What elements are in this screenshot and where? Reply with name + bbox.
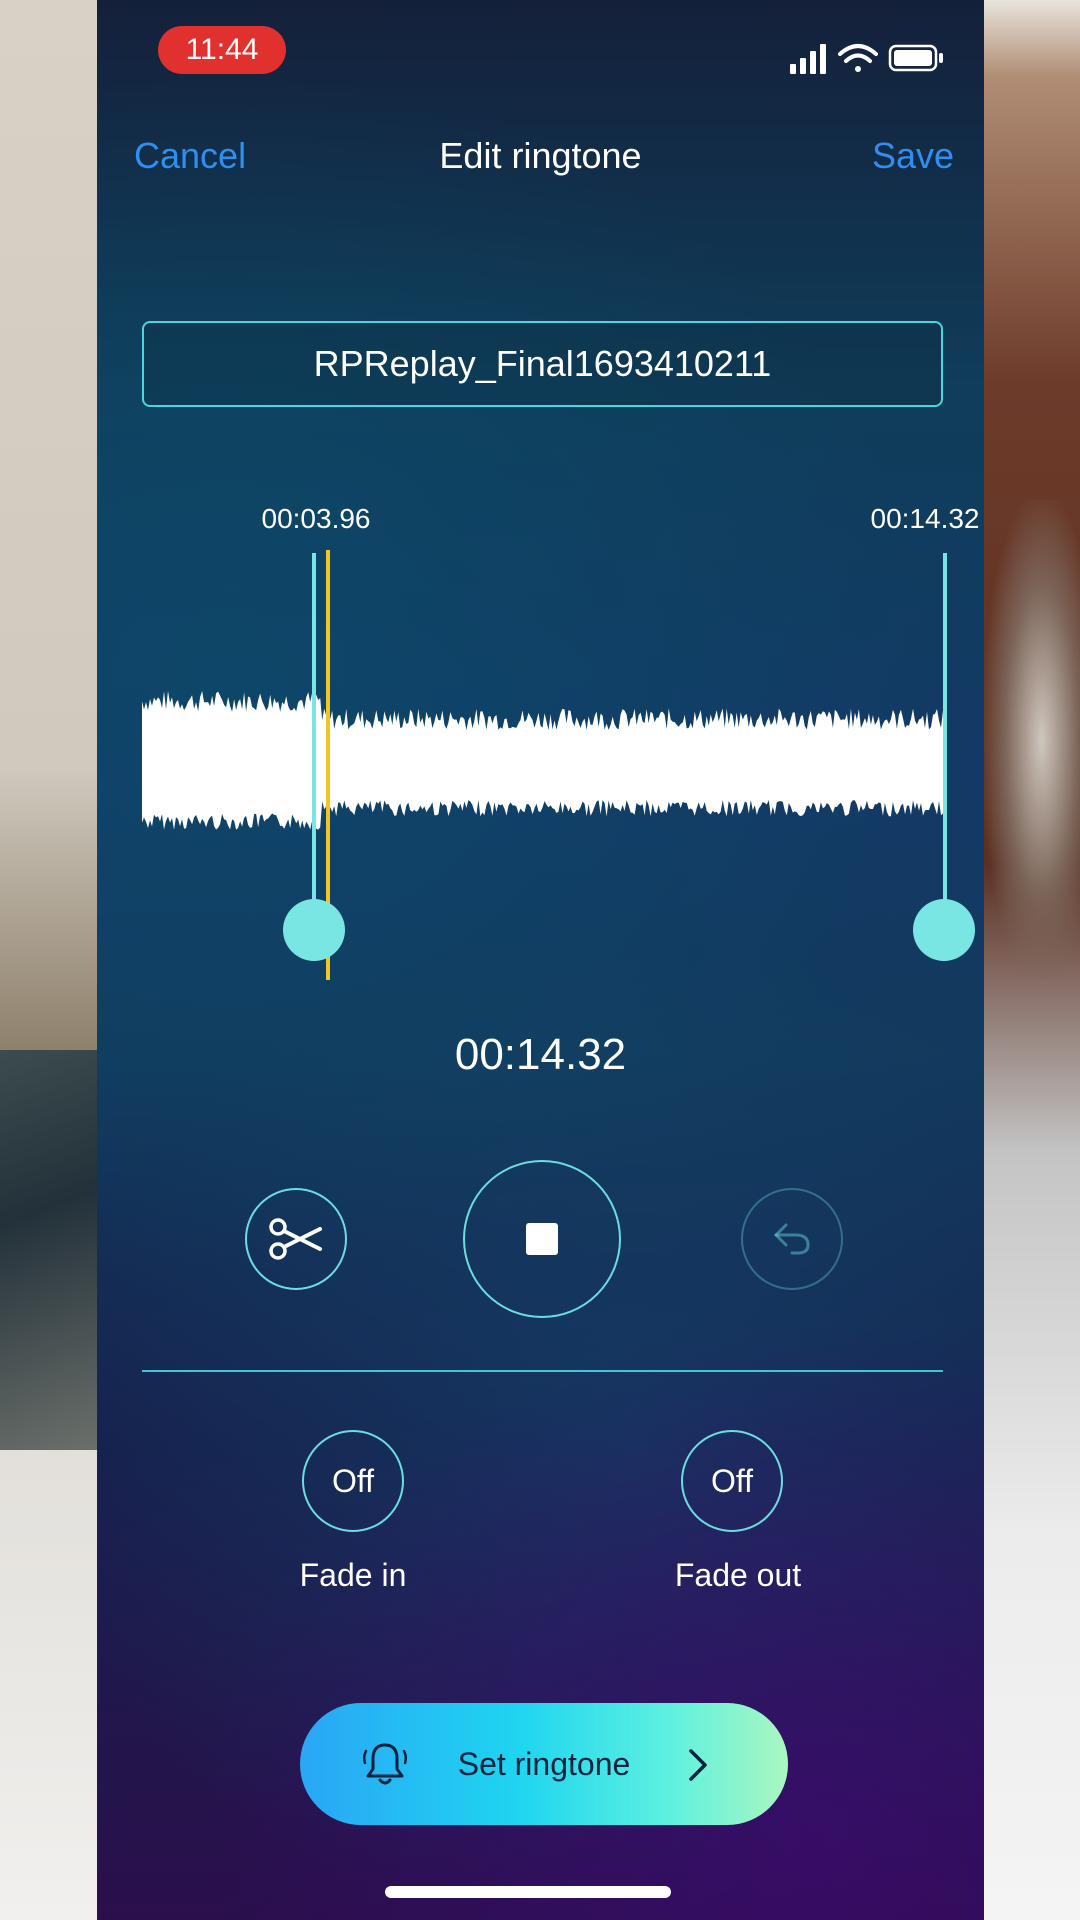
end-trim-handle[interactable]	[913, 899, 975, 961]
fade-out-toggle[interactable]: Off	[681, 1430, 783, 1532]
stop-button[interactable]	[463, 1160, 621, 1318]
fade-in-label: Fade in	[299, 1557, 407, 1593]
save-button[interactable]: Save	[872, 135, 954, 177]
audio-waveform[interactable]	[142, 670, 943, 850]
background-person	[984, 500, 1080, 980]
set-ringtone-label: Set ringtone	[457, 1745, 631, 1782]
home-indicator	[385, 1886, 671, 1898]
background-poster	[0, 1050, 97, 1450]
trim-end-time: 00:14.32	[870, 503, 980, 534]
background-right	[984, 0, 1080, 1920]
trim-start-time: 00:03.96	[261, 503, 371, 534]
start-handle-line[interactable]	[312, 553, 316, 933]
status-icons	[790, 44, 943, 74]
background-left	[0, 0, 97, 1920]
battery-icon	[888, 44, 943, 72]
set-ringtone-button[interactable]: Set ringtone	[300, 1703, 788, 1825]
fade-in-toggle[interactable]: Off	[302, 1430, 404, 1532]
chevron-right-icon	[689, 1749, 707, 1781]
section-divider	[142, 1370, 943, 1372]
status-time: 11:44	[158, 26, 286, 74]
end-handle-line[interactable]	[943, 553, 947, 933]
fade-out-label: Fade out	[674, 1557, 802, 1593]
cancel-button[interactable]: Cancel	[134, 135, 246, 177]
start-trim-handle[interactable]	[283, 899, 345, 961]
wifi-icon	[838, 44, 878, 72]
trim-button[interactable]	[245, 1188, 347, 1290]
undo-button[interactable]	[741, 1188, 843, 1290]
ringtone-name-field[interactable]: RPReplay_Final1693410211	[142, 321, 943, 407]
phone-screen: 11:44 Edit ringtone Cancel Save RPReplay…	[97, 0, 984, 1920]
scissors-icon	[269, 1218, 322, 1260]
undo-icon	[774, 1223, 810, 1255]
signal-icon	[790, 44, 826, 74]
stop-icon	[526, 1223, 558, 1255]
current-time: 00:14.32	[454, 1030, 627, 1079]
